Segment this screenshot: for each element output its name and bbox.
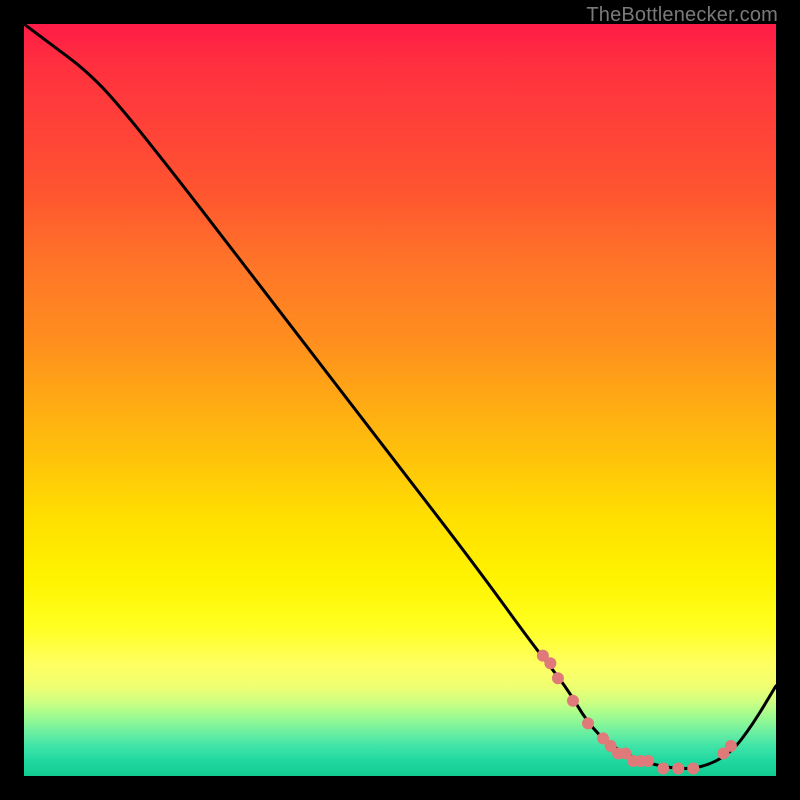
highlight-marker <box>635 755 647 767</box>
highlight-marker <box>582 717 594 729</box>
highlight-marker <box>620 747 632 759</box>
chart-frame: TheBottlenecker.com <box>0 0 800 800</box>
highlight-marker <box>567 695 579 707</box>
highlight-marker <box>657 762 669 774</box>
highlight-marker <box>544 657 556 669</box>
highlight-marker <box>717 747 729 759</box>
watermark-label: TheBottlenecker.com <box>586 4 778 27</box>
curve-layer <box>24 24 776 776</box>
highlight-marker <box>537 650 549 662</box>
highlight-marker <box>687 762 699 774</box>
bottleneck-curve <box>24 24 776 768</box>
highlight-marker <box>725 740 737 752</box>
highlight-marker <box>672 762 684 774</box>
highlight-marker <box>605 740 617 752</box>
highlight-marker <box>597 732 609 744</box>
highlight-marker <box>552 672 564 684</box>
plot-area <box>24 24 776 776</box>
highlight-marker <box>612 747 624 759</box>
highlight-marker <box>642 755 654 767</box>
highlight-marker <box>627 755 639 767</box>
